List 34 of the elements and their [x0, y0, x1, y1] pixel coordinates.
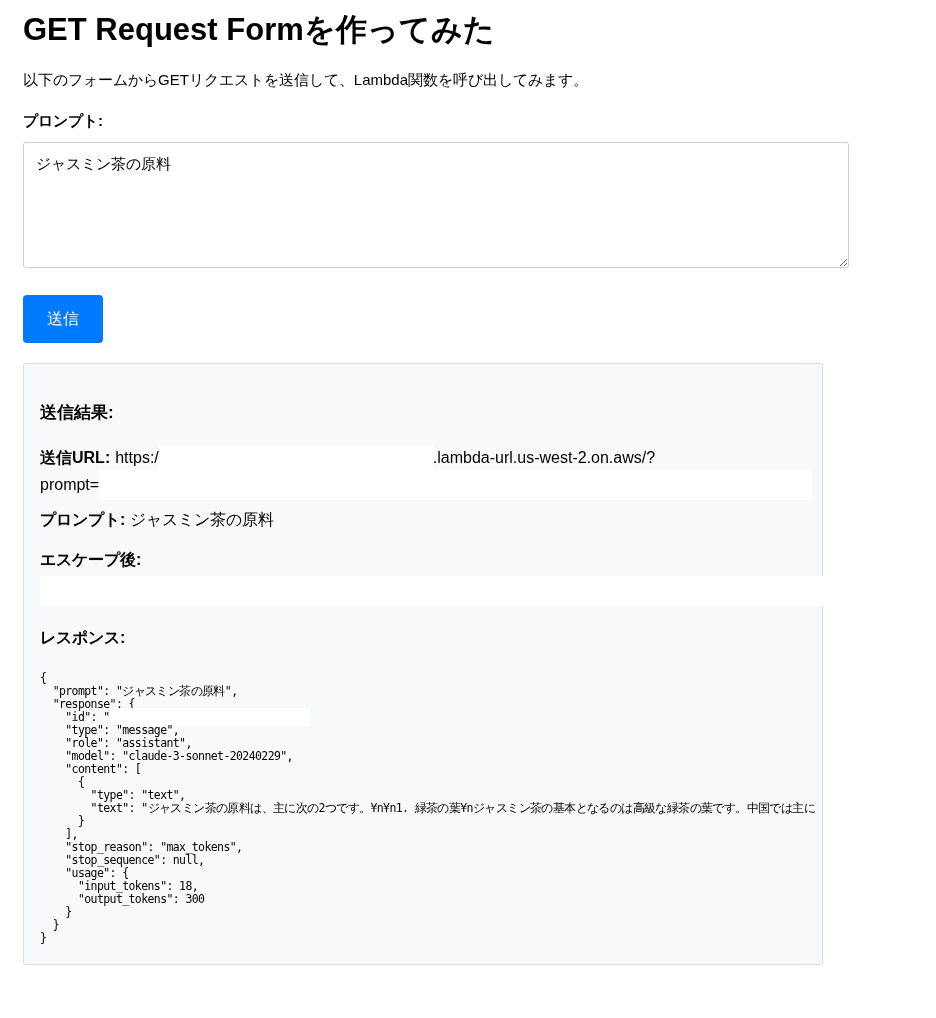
result-heading: 送信結果: [40, 402, 114, 424]
field-label: プロンプト: [23, 110, 103, 131]
code-line: { [76, 775, 85, 789]
code-line: "model": "claude-3-sonnet-20240229", [64, 749, 293, 763]
url-text: prompt= [40, 474, 100, 495]
url-text: .lambda-url.us-west-2.on.aws/? [432, 447, 656, 468]
code-line: "role": "assistant", [64, 736, 192, 750]
page-title: GET Request Formを作ってみた [23, 11, 495, 49]
code-line: } [40, 931, 47, 945]
code-line: "usage": { [64, 866, 129, 880]
intro-text: 以下のフォームからGETリクエストを送信して、Lambda関数を呼び出してみます。 [23, 70, 589, 90]
field-label: プロンプト: [40, 509, 126, 530]
code-line: "prompt": "ジャスミン茶の原料", [51, 684, 238, 698]
code-line: "stop_sequence": null, [64, 853, 205, 867]
code-line: "stop_reason": "max_tokens", [64, 840, 243, 854]
code-line: "id": " [65, 710, 110, 724]
code-line: "content": [ [64, 762, 142, 776]
code-line: } [76, 814, 85, 828]
prompt-field[interactable]: ジャスミン茶の原料 [23, 142, 849, 268]
prompt-value: ジャスミン茶の原料 [130, 509, 275, 530]
code-line: { [40, 671, 47, 685]
code-line: ], [64, 827, 78, 841]
code-line: "type": "text", [89, 788, 186, 802]
code-line: "output_tokens": 300 [76, 892, 205, 906]
field-label: レスポンス: [40, 627, 126, 648]
code-line: "type": "message", [64, 723, 180, 737]
code-line: "text": "ジャスミン茶の原料は、主に次の2つです。¥n¥n1. 緑茶の葉¥nジャスミン茶の基本となるのは高級な緑茶の葉です。中国では主に [89, 801, 815, 815]
field-label: エスケープ後: [40, 549, 142, 570]
code-line: } [51, 918, 59, 932]
url-text: https:/ [115, 447, 159, 468]
code-line: "input_tokens": 18, [77, 879, 199, 893]
submit-button[interactable]: 送信 [23, 295, 103, 343]
code-line: } [64, 905, 72, 919]
field-label: 送信URL: [40, 447, 111, 468]
